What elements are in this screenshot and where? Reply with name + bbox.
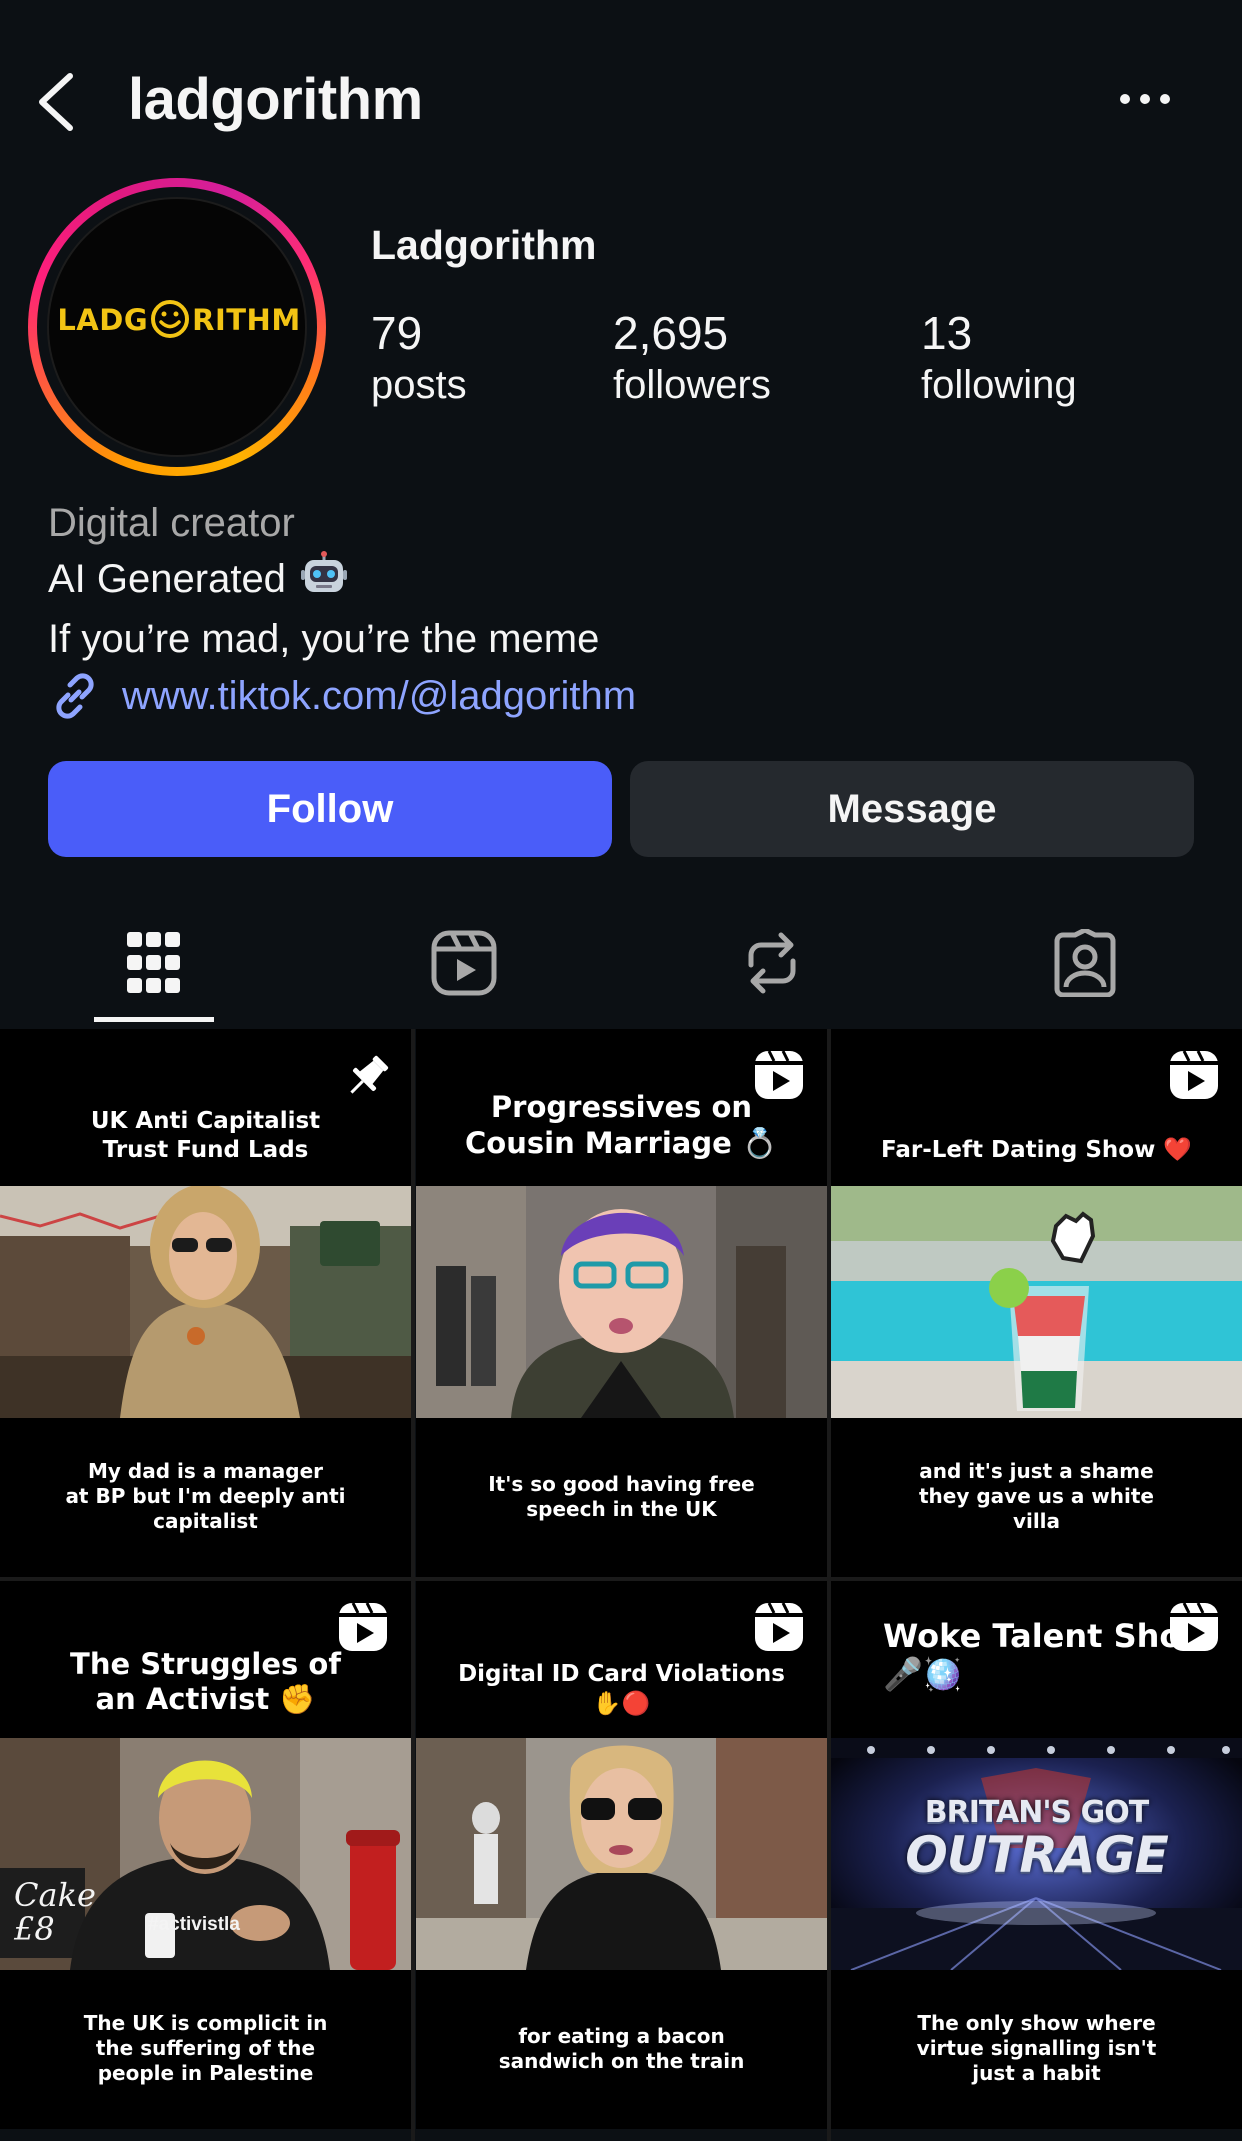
stat-following[interactable]: 13 following (921, 306, 1077, 410)
reels-icon (431, 930, 497, 995)
tab-reels[interactable] (389, 900, 539, 1025)
post-caption: The only show where virtue signalling is… (916, 2011, 1157, 2085)
post-tile[interactable]: Woke Talent Show 🎤🪩 BRITAN'S GOT OUTRAGE… (831, 1581, 1242, 2129)
post-caption: It's so good having free speech in the U… (488, 1472, 755, 1521)
post-title: Far-Left Dating Show ❤️ (880, 1137, 1192, 1163)
stat-followers[interactable]: 2,695 followers (613, 306, 771, 410)
reel-icon (1170, 1050, 1218, 1099)
post-tile[interactable]: Far-Left Dating Show ❤️ and it's just a … (831, 1029, 1242, 1577)
smiley-icon (151, 300, 190, 338)
post-caption: My dad is a manager at BP but I'm deeply… (65, 1459, 346, 1533)
top-bar: ladgorithm (0, 0, 1242, 200)
bio-line: AI Generated (48, 550, 599, 612)
page-title: ladgorithm (128, 67, 423, 132)
post-title: Digital ID Card Violations ✋🔴 (458, 1661, 785, 1717)
pin-icon (350, 1055, 389, 1094)
post-tile[interactable]: The Struggles of an Activist ✊ Cake £8 #… (0, 1581, 411, 2129)
robot-icon (300, 550, 348, 612)
reel-icon (339, 1602, 387, 1651)
post-tile[interactable]: UK Anti Capitalist Trust Fund Lads My da… (0, 1029, 411, 1577)
post-thumbnail (416, 1186, 827, 1418)
post-caption: for eating a bacon sandwich on the train (498, 2024, 745, 2073)
active-tab-indicator (94, 1017, 214, 1022)
photo-show-logo: BRITAN'S GOT OUTRAGE (905, 1795, 1169, 1884)
post-thumbnail: Cake £8 #activistla (0, 1738, 411, 1970)
avatar[interactable]: LADG RITHM (28, 178, 326, 476)
post-thumbnail: BRITAN'S GOT OUTRAGE (831, 1738, 1242, 1970)
avatar-logo: LADG RITHM (49, 300, 309, 339)
follow-button[interactable]: Follow (48, 761, 612, 857)
tab-tagged[interactable] (1010, 900, 1160, 1025)
reel-icon (1170, 1602, 1218, 1651)
profile-tabs (0, 900, 1242, 1025)
post-title: The Struggles of an Activist ✊ (70, 1647, 341, 1716)
post-caption: and it's just a shame they gave us a whi… (919, 1459, 1154, 1533)
bio: Digital creator AI Generated If you’re m… (48, 496, 599, 666)
more-horizontal-icon (1120, 94, 1170, 104)
tab-posts-grid[interactable] (79, 900, 229, 1025)
grid-divider (0, 1577, 1242, 1581)
display-name: Ladgorithm (371, 222, 597, 268)
bio-line: If you’re mad, you’re the meme (48, 617, 600, 661)
stat-posts[interactable]: 79 posts (371, 306, 467, 410)
tab-reposts[interactable] (697, 900, 847, 1025)
photo-sign-text: Cake £8 (14, 1876, 96, 1948)
reel-icon (755, 1050, 803, 1099)
post-thumbnail (0, 1186, 411, 1418)
post-title: UK Anti Capitalist Trust Fund Lads (90, 1108, 321, 1163)
profile-category: Digital creator (48, 501, 295, 545)
post-thumbnail (831, 1186, 1242, 1418)
grid-divider (827, 1029, 831, 2141)
more-options-button[interactable] (1110, 84, 1180, 114)
profile-link[interactable]: www.tiktok.com/@ladgorithm (48, 668, 636, 724)
post-tile[interactable]: Progressives on Cousin Marriage 💍 It's s… (416, 1029, 827, 1577)
repost-icon (748, 932, 796, 993)
message-button[interactable]: Message (630, 761, 1194, 857)
photo-hoodie-text: #activistla (148, 1914, 240, 1935)
avatar-image: LADG RITHM (47, 197, 307, 457)
post-caption: The UK is complicit in the suffering of … (83, 2011, 328, 2085)
post-thumbnail (416, 1738, 827, 1970)
grid-icon (127, 931, 180, 993)
link-icon (56, 673, 94, 719)
reel-icon (755, 1602, 803, 1651)
chevron-left-icon (39, 73, 73, 131)
back-button[interactable] (30, 60, 90, 140)
post-tile[interactable]: Digital ID Card Violations ✋🔴 for eating… (416, 1581, 827, 2129)
grid-divider (411, 1029, 415, 2141)
tagged-person-icon (1054, 928, 1116, 997)
